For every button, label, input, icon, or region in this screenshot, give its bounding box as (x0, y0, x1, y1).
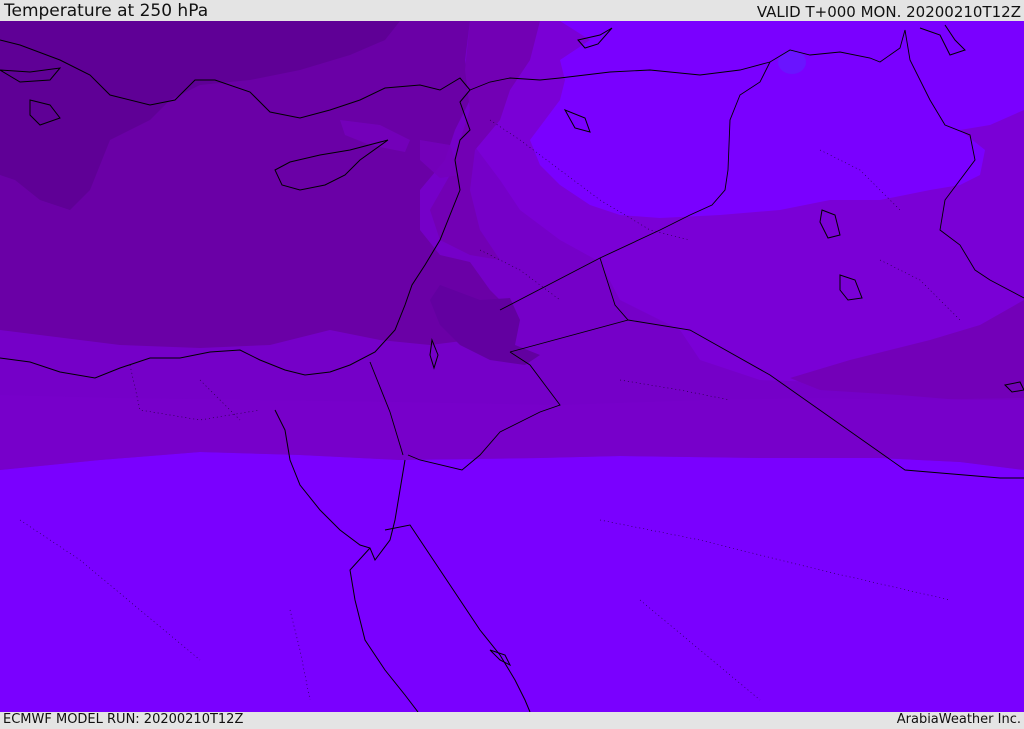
blue-patch (778, 50, 806, 74)
weather-map[interactable] (0, 21, 1024, 712)
footer-bar: ECMWF MODEL RUN: 20200210T12Z ArabiaWeat… (0, 712, 1024, 729)
credit-label: ArabiaWeather Inc. (896, 712, 1021, 727)
model-run-label: ECMWF MODEL RUN: 20200210T12Z (3, 712, 244, 727)
map-title: Temperature at 250 hPa (4, 1, 209, 21)
header-bar: Temperature at 250 hPa VALID T+000 MON. … (0, 0, 1024, 21)
valid-time: VALID T+000 MON. 20200210T12Z (756, 3, 1021, 21)
map-canvas (0, 21, 1024, 712)
